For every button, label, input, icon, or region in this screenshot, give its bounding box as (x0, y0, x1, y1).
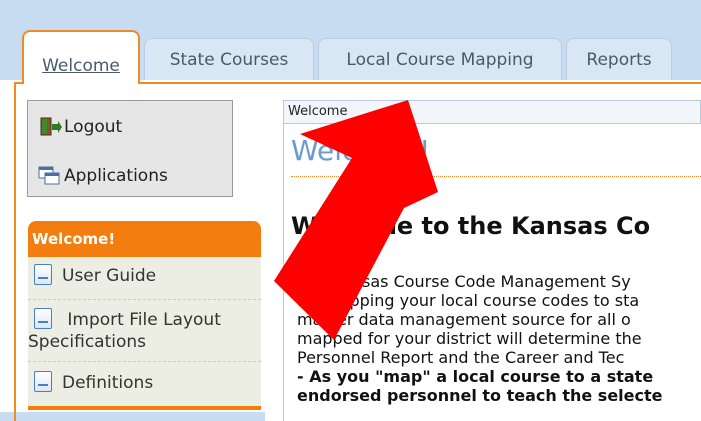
title-divider (291, 176, 701, 177)
welcome-heading: Welcome to the Kansas Co (291, 212, 651, 240)
tab-welcome-label: Welcome (42, 56, 120, 76)
logout-label: Logout (64, 117, 123, 137)
logout-icon (38, 117, 62, 137)
sidebar-item-label-line1: Import File Layout (67, 310, 221, 330)
paragraph-bold-line: - As you "map" a local course to a state (297, 367, 654, 386)
welcome-paragraph: The Kansas Course Code Management Sy for… (297, 272, 701, 405)
tab-state-courses[interactable]: State Courses (144, 38, 314, 80)
bottom-band (0, 412, 265, 421)
page-title: Welcome! (291, 134, 431, 167)
paragraph-line: for mapping your local course codes to s… (297, 291, 640, 310)
sidebar-item-user-guide[interactable]: User Guide (28, 264, 261, 300)
tab-local-course-mapping-label: Local Course Mapping (346, 49, 534, 70)
sidebar-item-label-line2: Specifications (28, 332, 147, 352)
breadcrumb: Welcome (283, 100, 701, 124)
sidebar-item-label: User Guide (62, 266, 157, 286)
sidebar-item-import-file-layout[interactable]: Import File Layout Specifications (28, 308, 261, 362)
paragraph-line: master data management source for all o (297, 310, 631, 329)
paragraph-bold-line: endorsed personnel to teach the selecte (297, 386, 663, 405)
sidebar-item-definitions[interactable]: Definitions (28, 371, 261, 405)
sidebar-header: Welcome! (28, 221, 261, 257)
tab-state-courses-label: State Courses (169, 49, 289, 70)
applications-label: Applications (64, 166, 168, 186)
tab-local-course-mapping[interactable]: Local Course Mapping (318, 38, 562, 80)
tab-reports-label: Reports (586, 49, 652, 70)
document-icon (34, 264, 52, 285)
logout-link[interactable]: Logout (38, 117, 122, 137)
applications-icon (38, 166, 62, 186)
sidebar-item-label: Definitions (62, 373, 154, 393)
applications-link[interactable]: Applications (38, 166, 168, 186)
document-icon (34, 308, 52, 329)
tab-reports[interactable]: Reports (566, 38, 672, 80)
paragraph-line: The Kansas Course Code Management Sy (297, 272, 631, 291)
tab-frame-left (14, 82, 16, 421)
app-panel: Logout Applications (27, 100, 233, 197)
paragraph-line: mapped for your district will determine … (297, 329, 642, 348)
tab-welcome[interactable]: Welcome (22, 30, 140, 84)
paragraph-line: Personnel Report and the Career and Tec (297, 348, 625, 367)
sidebar-footer-bar (28, 406, 261, 410)
document-icon (34, 371, 52, 392)
